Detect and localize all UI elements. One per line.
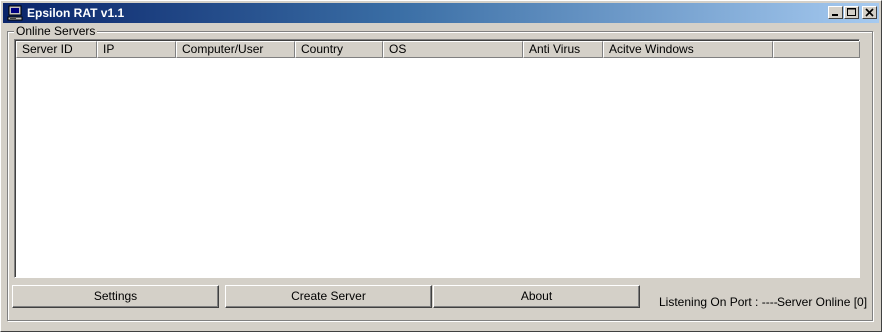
listening-port-status: Listening On Port : ---- [659,295,778,309]
servers-list[interactable]: Server ID IP Computer/User Country OS An… [14,39,860,278]
group-label: Online Servers [14,24,98,38]
column-header-anti-virus[interactable]: Anti Virus [523,41,603,58]
minimize-icon [832,14,838,16]
maximize-icon [847,8,856,16]
column-header-country[interactable]: Country [295,41,383,58]
column-header-filler [773,41,860,58]
column-header-computer-user[interactable]: Computer/User [176,41,295,58]
column-header-active-windows[interactable]: Acitve Windows [603,41,773,58]
servers-list-frame: Server ID IP Computer/User Country OS An… [15,40,860,277]
list-header: Server ID IP Computer/User Country OS An… [16,41,860,58]
column-header-server-id[interactable]: Server ID [16,41,97,58]
maximize-button[interactable] [844,6,859,19]
create-server-button[interactable]: Create Server [225,285,432,308]
window-title: Epsilon RAT v1.1 [27,6,125,20]
close-button[interactable] [862,6,877,19]
settings-button[interactable]: Settings [12,285,219,308]
column-header-ip[interactable]: IP [97,41,176,58]
computer-icon [7,5,23,21]
server-online-count: Server Online [0] [777,295,868,309]
column-header-os[interactable]: OS [383,41,523,58]
title-bar[interactable]: Epsilon RAT v1.1 [3,3,879,23]
minimize-button[interactable] [828,6,843,19]
about-button[interactable]: About [433,285,640,308]
close-icon [865,8,874,17]
main-window: Epsilon RAT v1.1 Online Servers Server I… [0,0,882,332]
